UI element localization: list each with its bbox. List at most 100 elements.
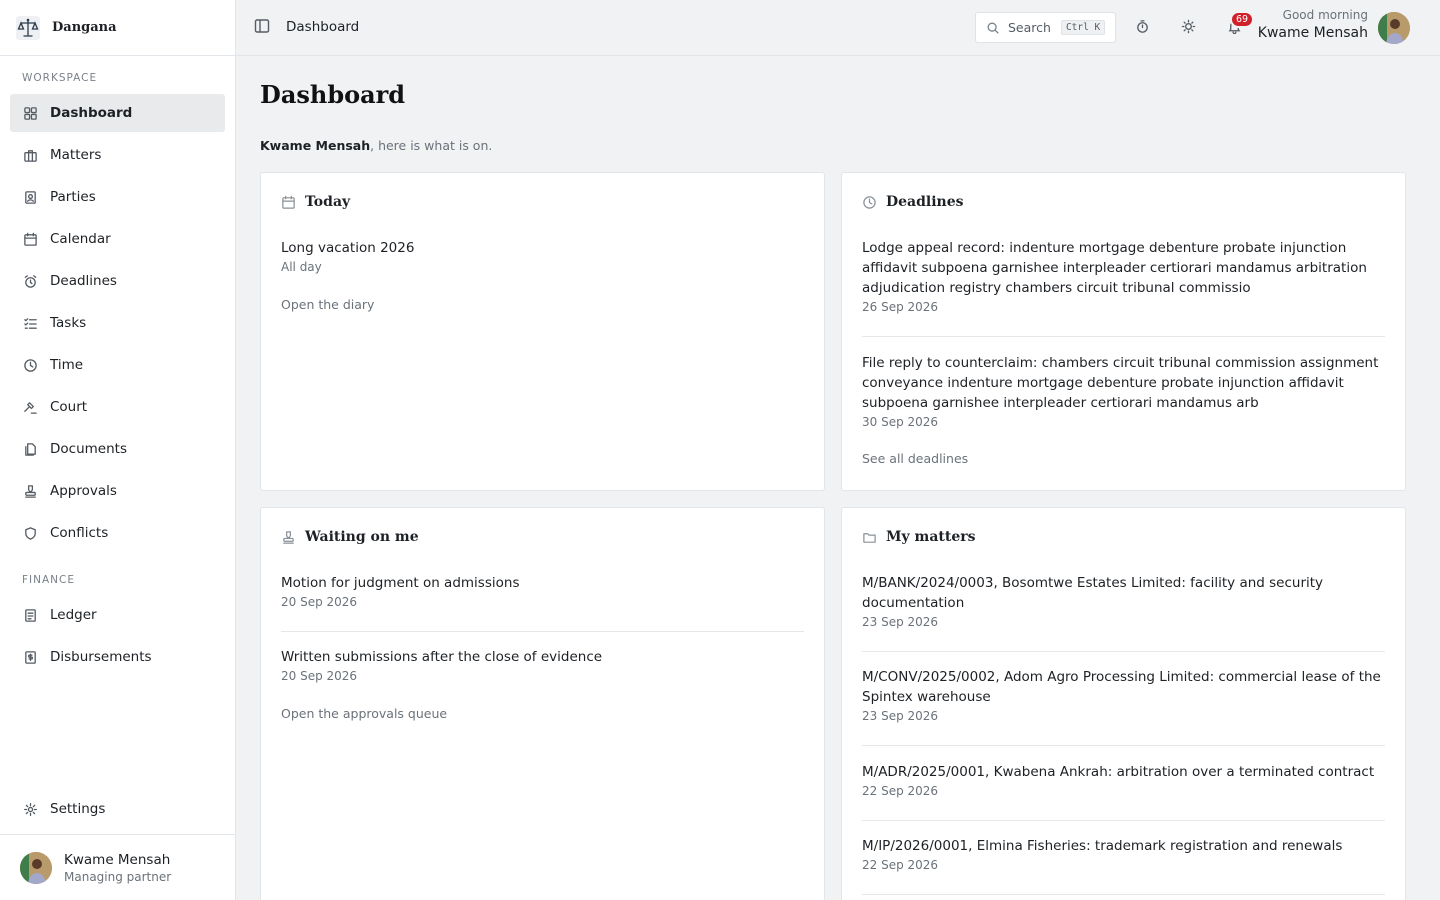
- sidebar-item-settings[interactable]: Settings: [10, 790, 225, 828]
- sidebar-item-dashboard[interactable]: Dashboard: [10, 94, 225, 132]
- user-role: Managing partner: [64, 869, 172, 884]
- matter-title: M/CONV/2025/0002, Adom Agro Processing L…: [862, 669, 1381, 705]
- timer-icon[interactable]: [1135, 19, 1151, 35]
- sidebar-item-label: Ledger: [50, 607, 97, 623]
- card-header: Today: [281, 194, 350, 210]
- open-approvals-queue-link[interactable]: Open the approvals queue: [281, 706, 447, 721]
- sidebar-item-label: Calendar: [50, 231, 111, 247]
- user-name: Kwame Mensah: [64, 851, 171, 868]
- sidebar-item-court[interactable]: Court: [10, 388, 225, 426]
- see-all-deadlines-link[interactable]: See all deadlines: [862, 451, 968, 466]
- list-item[interactable]: M/CONV/2025/0002, Adom Agro Processing L…: [862, 667, 1385, 723]
- topbar: Dashboard Search Ctrl K 69 Good morning …: [236, 0, 1440, 56]
- stamp-icon: [22, 483, 38, 499]
- sidebar-item-label: Disbursements: [50, 649, 152, 665]
- deadlines-card: Deadlines Lodge appeal record: indenture…: [841, 172, 1406, 491]
- gear-icon: [22, 801, 38, 817]
- sidebar-item-label: Approvals: [50, 483, 117, 499]
- list-item[interactable]: Motion for judgment on admissions 20 Sep…: [281, 573, 804, 609]
- sidebar-item-label: Settings: [50, 801, 106, 817]
- avatar: [20, 851, 52, 884]
- list-item[interactable]: M/ADR/2025/0001, Kwabena Ankrah: arbitra…: [862, 762, 1385, 798]
- event-title: Long vacation 2026: [281, 240, 415, 256]
- greeting-text: Good morning: [1282, 8, 1368, 22]
- divider: [862, 745, 1385, 746]
- list-item[interactable]: Long vacation 2026 All day: [281, 238, 804, 274]
- shield-icon: [22, 525, 38, 541]
- folder-icon: [863, 532, 876, 543]
- calendar-icon: [282, 195, 295, 209]
- approval-date: 20 Sep 2026: [281, 595, 358, 609]
- avatar[interactable]: [1378, 12, 1410, 44]
- ledger-icon: [22, 607, 38, 623]
- theme-toggle-sun-icon[interactable]: [1181, 19, 1197, 35]
- sidebar-item-deadlines[interactable]: Deadlines: [10, 262, 225, 300]
- sidebar-item-label: Tasks: [50, 315, 87, 331]
- stamp-icon: [283, 530, 294, 544]
- search-label: Search: [1008, 20, 1051, 35]
- sidebar-item-label: Documents: [50, 441, 127, 457]
- matter-date: 22 Sep 2026: [862, 784, 939, 798]
- list-item[interactable]: File reply to counterclaim: chambers cir…: [862, 353, 1385, 429]
- sidebar-item-time[interactable]: Time: [10, 346, 225, 384]
- brand-name: Dangana: [52, 20, 117, 35]
- search-button[interactable]: Search Ctrl K: [975, 12, 1116, 43]
- scales-of-justice-icon: [14, 14, 42, 42]
- calendar-icon: [22, 231, 38, 247]
- documents-icon: [22, 441, 38, 457]
- list-item[interactable]: M/IP/2026/0001, Elmina Fisheries: tradem…: [862, 836, 1385, 872]
- contact-card-icon: [22, 189, 38, 205]
- brand[interactable]: Dangana: [0, 0, 235, 56]
- welcome-rest: , here is what is on.: [370, 138, 493, 153]
- sidebar-item-label: Matters: [50, 147, 102, 163]
- sidebar-item-matters[interactable]: Matters: [10, 136, 225, 174]
- sidebar-user[interactable]: Kwame Mensah Managing partner: [0, 834, 236, 900]
- clock-icon: [22, 357, 38, 373]
- sidebar-item-label: Conflicts: [50, 525, 109, 541]
- sidebar-toggle-icon[interactable]: [254, 18, 272, 36]
- sidebar-item-conflicts[interactable]: Conflicts: [10, 514, 225, 552]
- sidebar-item-parties[interactable]: Parties: [10, 178, 225, 216]
- alarm-clock-icon: [22, 273, 38, 289]
- sidebar-item-calendar[interactable]: Calendar: [10, 220, 225, 258]
- sidebar-item-tasks[interactable]: Tasks: [10, 304, 225, 342]
- approval-title: Motion for judgment on admissions: [281, 575, 520, 591]
- sidebar-item-disbursements[interactable]: Disbursements: [10, 638, 225, 676]
- section-label-finance: FINANCE: [22, 574, 75, 586]
- divider: [862, 894, 1385, 895]
- checklist-icon: [22, 315, 38, 331]
- card-header: Deadlines: [862, 194, 964, 210]
- approval-date: 20 Sep 2026: [281, 669, 358, 683]
- briefcase-icon: [22, 147, 38, 163]
- approval-title: Written submissions after the close of e…: [281, 649, 603, 665]
- list-item[interactable]: Lodge appeal record: indenture mortgage …: [862, 238, 1385, 314]
- matter-title: M/ADR/2025/0001, Kwabena Ankrah: arbitra…: [862, 764, 1375, 780]
- sidebar-item-documents[interactable]: Documents: [10, 430, 225, 468]
- search-shortcut: Ctrl K: [1060, 20, 1106, 35]
- event-time: All day: [281, 260, 322, 274]
- welcome-text: Kwame Mensah, here is what is on.: [260, 138, 492, 153]
- section-label-workspace: WORKSPACE: [22, 72, 98, 84]
- greeting: Good morning Kwame Mensah: [1258, 8, 1368, 41]
- sidebar-item-label: Time: [50, 357, 84, 373]
- card-title: Deadlines: [886, 194, 964, 210]
- divider: [862, 820, 1385, 821]
- sidebar-item-ledger[interactable]: Ledger: [10, 596, 225, 634]
- sidebar: Dangana WORKSPACE Dashboard Matters Part…: [0, 0, 236, 900]
- receipt-icon: [22, 649, 38, 665]
- deadline-date: 30 Sep 2026: [862, 415, 939, 429]
- page-title: Dashboard: [260, 80, 406, 109]
- card-title: Waiting on me: [305, 529, 419, 545]
- open-diary-link[interactable]: Open the diary: [281, 297, 374, 312]
- grid-icon: [22, 105, 38, 121]
- sidebar-item-approvals[interactable]: Approvals: [10, 472, 225, 510]
- greeting-user-name: Kwame Mensah: [1257, 25, 1368, 41]
- my-matters-card: My matters M/BANK/2024/0003, Bosomtwe Es…: [841, 507, 1406, 900]
- list-item[interactable]: M/BANK/2024/0003, Bosomtwe Estates Limit…: [862, 573, 1385, 629]
- welcome-name: Kwame Mensah: [260, 138, 371, 153]
- list-item[interactable]: Written submissions after the close of e…: [281, 647, 804, 683]
- clock-icon: [863, 195, 876, 209]
- deadline-title: File reply to counterclaim: chambers cir…: [862, 355, 1379, 411]
- waiting-card: Waiting on me Motion for judgment on adm…: [260, 507, 825, 900]
- search-icon: [987, 22, 999, 34]
